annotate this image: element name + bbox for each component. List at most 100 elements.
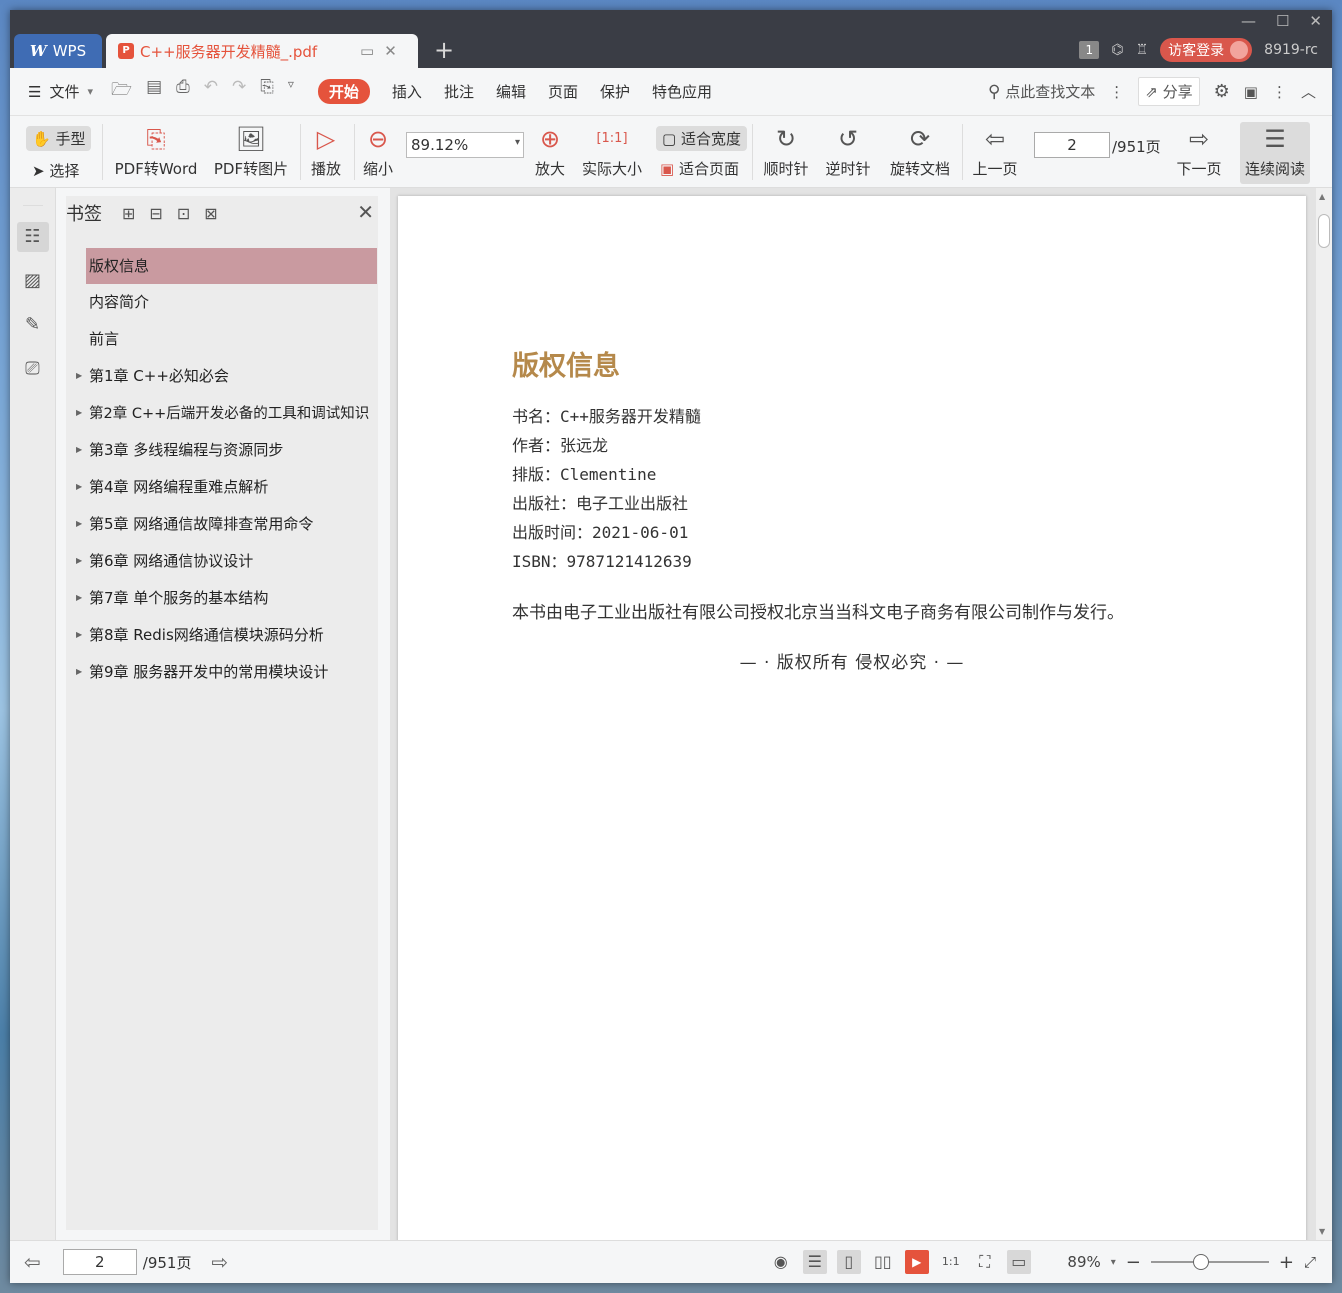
bookmark-item[interactable]: ▶ 第2章 C++后端开发必备的工具和调试知识 — [66, 395, 378, 432]
bookmark-item[interactable]: ▶ 第9章 服务器开发中的常用模块设计 — [66, 654, 378, 691]
play-icon[interactable]: ▶ — [904, 1250, 929, 1274]
bookmark-item[interactable]: 内容简介 — [66, 284, 378, 321]
new-tab-button[interactable]: + — [434, 38, 454, 62]
chevron-down-icon[interactable]: ▾ — [1111, 1257, 1116, 1268]
bookmark-item[interactable]: 版权信息 — [86, 248, 377, 284]
expand-arrow-icon[interactable]: ▶ — [76, 617, 82, 653]
minimize-icon[interactable]: — — [1241, 12, 1256, 30]
fit-page-icon[interactable]: ⛶ — [973, 1250, 997, 1274]
tab-insert[interactable]: 插入 — [392, 81, 422, 102]
skin-icon[interactable]: ⌬ — [1111, 42, 1123, 58]
export-icon[interactable]: ⎘ — [260, 77, 274, 106]
image-extract-icon[interactable]: ⎚ — [17, 354, 49, 384]
fullscreen-icon[interactable]: ⤢ — [1304, 1253, 1316, 1271]
document-viewport[interactable]: 版权信息 书名：C++服务器开发精髓 作者：张远龙 排版：Clementine … — [390, 188, 1316, 1256]
close-window-icon[interactable]: ✕ — [1309, 12, 1322, 30]
expand-arrow-icon[interactable]: ▶ — [76, 469, 82, 505]
bookmark-item[interactable]: ▶ 第1章 C++必知必会 — [66, 358, 378, 395]
annotation-icon[interactable]: ✎ — [17, 310, 49, 340]
search-text-button[interactable]: ⚲ 点此查找文本 — [988, 81, 1095, 102]
zoom-in-icon[interactable]: + — [1279, 1252, 1294, 1273]
expand-arrow-icon[interactable]: ▶ — [76, 432, 82, 468]
bookmark-item[interactable]: ▶ 第8章 Redis网络通信模块源码分析 — [66, 617, 378, 654]
tab-special-apps[interactable]: 特色应用 — [652, 81, 712, 102]
expand-arrow-icon[interactable]: ▶ — [76, 506, 82, 542]
bookmark-item[interactable]: ▶ 第5章 网络通信故障排查常用命令 — [66, 506, 378, 543]
expand-all-icon[interactable]: ⊞ — [122, 204, 135, 223]
scroll-down-icon[interactable]: ▼ — [1319, 1227, 1325, 1236]
status-page-input[interactable]: 2 — [62, 1249, 137, 1275]
vertical-scrollbar[interactable]: ▲ ▼ — [1316, 188, 1332, 1240]
rotate-counterclockwise-button[interactable]: ↺ 逆时针 — [822, 124, 874, 179]
next-page-button[interactable]: ⇨ 下一页 — [1174, 124, 1224, 179]
pin-window-icon[interactable]: ▭ — [360, 42, 374, 60]
rotate-document-button[interactable]: ⟳ 旋转文档 — [886, 124, 954, 179]
save-icon[interactable]: ▤ — [146, 77, 162, 106]
single-page-icon[interactable]: ▯ — [836, 1250, 861, 1274]
maximize-icon[interactable]: ☐ — [1276, 12, 1289, 30]
bookmark-item[interactable]: ▶ 第3章 多线程编程与资源同步 — [66, 432, 378, 469]
two-page-icon[interactable]: ▯▯ — [871, 1250, 895, 1274]
bookmark-item[interactable]: ▶ 第6章 网络通信协议设计 — [66, 543, 378, 580]
continuous-view-icon[interactable]: ☰ — [802, 1250, 827, 1274]
collapse-ribbon-icon[interactable]: ︿ — [1301, 81, 1316, 102]
bookmark-item[interactable]: ▶ 第7章 单个服务的基本结构 — [66, 580, 378, 617]
pdf-to-image-button[interactable]: 🖼 PDF转图片 — [212, 124, 290, 179]
undo-icon[interactable]: ↶ — [204, 77, 218, 106]
tab-edit[interactable]: 编辑 — [496, 81, 526, 102]
add-bookmark-icon[interactable]: ⊡ — [177, 204, 190, 223]
more-options-icon[interactable]: ⋮ — [1272, 83, 1287, 101]
expand-arrow-icon[interactable]: ▶ — [76, 654, 82, 690]
guest-login-button[interactable]: 访客登录 — [1160, 38, 1253, 62]
tab-page[interactable]: 页面 — [548, 81, 578, 102]
gear-icon[interactable]: ⚙ — [1214, 81, 1230, 102]
expand-arrow-icon[interactable]: ▶ — [76, 358, 82, 394]
bookmark-item[interactable]: 前言 — [66, 321, 378, 358]
share-button[interactable]: ⇗ 分享 — [1138, 77, 1200, 106]
zoom-percent[interactable]: 89% — [1041, 1253, 1100, 1271]
tab-document[interactable]: P C++服务器开发精髓_.pdf ▭ ✕ — [106, 34, 418, 68]
hand-tool-button[interactable]: ✋ 手型 — [26, 126, 92, 151]
close-tab-icon[interactable]: ✕ — [384, 42, 397, 60]
fit-width-button[interactable]: ▢ 适合宽度 — [656, 126, 747, 151]
eye-protection-icon[interactable]: ◉ — [769, 1250, 793, 1274]
tab-start[interactable]: 开始 — [317, 79, 370, 104]
tab-wps-home[interactable]: W WPS — [14, 34, 102, 68]
prev-page-icon[interactable]: ⇦ — [24, 1250, 41, 1274]
zoom-in-button[interactable]: ⊕ 放大 — [530, 124, 570, 179]
more-vertical-icon[interactable]: ⋮ — [1109, 83, 1124, 101]
pdf-to-word-button[interactable]: ⎘ PDF转Word — [114, 124, 198, 179]
fit-page-button[interactable]: ▣ 适合页面 — [660, 158, 739, 179]
thumbnail-icon[interactable]: ▨ — [17, 266, 49, 296]
continuous-read-button[interactable]: ☰ 连续阅读 — [1240, 122, 1310, 184]
redo-icon[interactable]: ↷ — [232, 77, 246, 106]
more-dropdown-icon[interactable]: ▿ — [288, 77, 294, 106]
expand-arrow-icon[interactable]: ▶ — [76, 580, 82, 616]
close-icon[interactable]: ✕ — [357, 200, 374, 224]
print-icon[interactable]: ⎙ — [176, 77, 190, 106]
bookmark-settings-icon[interactable]: ⊠ — [204, 204, 217, 223]
actual-size-icon[interactable]: 1:1 — [939, 1250, 963, 1274]
fit-width-icon[interactable]: ▭ — [1006, 1250, 1031, 1274]
expand-arrow-icon[interactable]: ▶ — [76, 395, 82, 431]
collapse-all-icon[interactable]: ⊟ — [149, 204, 162, 223]
select-tool-button[interactable]: ➤ 选择 — [32, 160, 79, 181]
rotate-clockwise-button[interactable]: ↻ 顺时针 — [760, 124, 812, 179]
zoom-slider-knob[interactable] — [1192, 1254, 1209, 1270]
actual-size-button[interactable]: [1:1] 实际大小 — [580, 124, 644, 179]
window-count-badge[interactable]: 1 — [1079, 41, 1100, 59]
scroll-up-icon[interactable]: ▲ — [1319, 192, 1325, 201]
zoom-slider[interactable] — [1150, 1254, 1269, 1270]
page-number-input[interactable]: 2 — [1034, 132, 1110, 158]
zoom-out-button[interactable]: ⊖ 缩小 — [358, 124, 398, 179]
zoom-out-icon[interactable]: − — [1126, 1252, 1141, 1273]
zoom-select[interactable]: 89.12% ▾ — [406, 132, 524, 158]
comment-icon[interactable]: ▣ — [1244, 83, 1258, 101]
shirt-icon[interactable]: ♖ — [1136, 42, 1149, 58]
tab-comment[interactable]: 批注 — [444, 81, 474, 102]
scrollbar-thumb[interactable] — [1318, 214, 1330, 248]
open-folder-icon[interactable]: 🗁 — [111, 77, 132, 106]
next-page-icon[interactable]: ⇨ — [211, 1250, 228, 1274]
file-menu[interactable]: ☰ 文件 ▾ — [28, 81, 93, 102]
bookmark-item[interactable]: ▶ 第4章 网络编程重难点解析 — [66, 469, 378, 506]
